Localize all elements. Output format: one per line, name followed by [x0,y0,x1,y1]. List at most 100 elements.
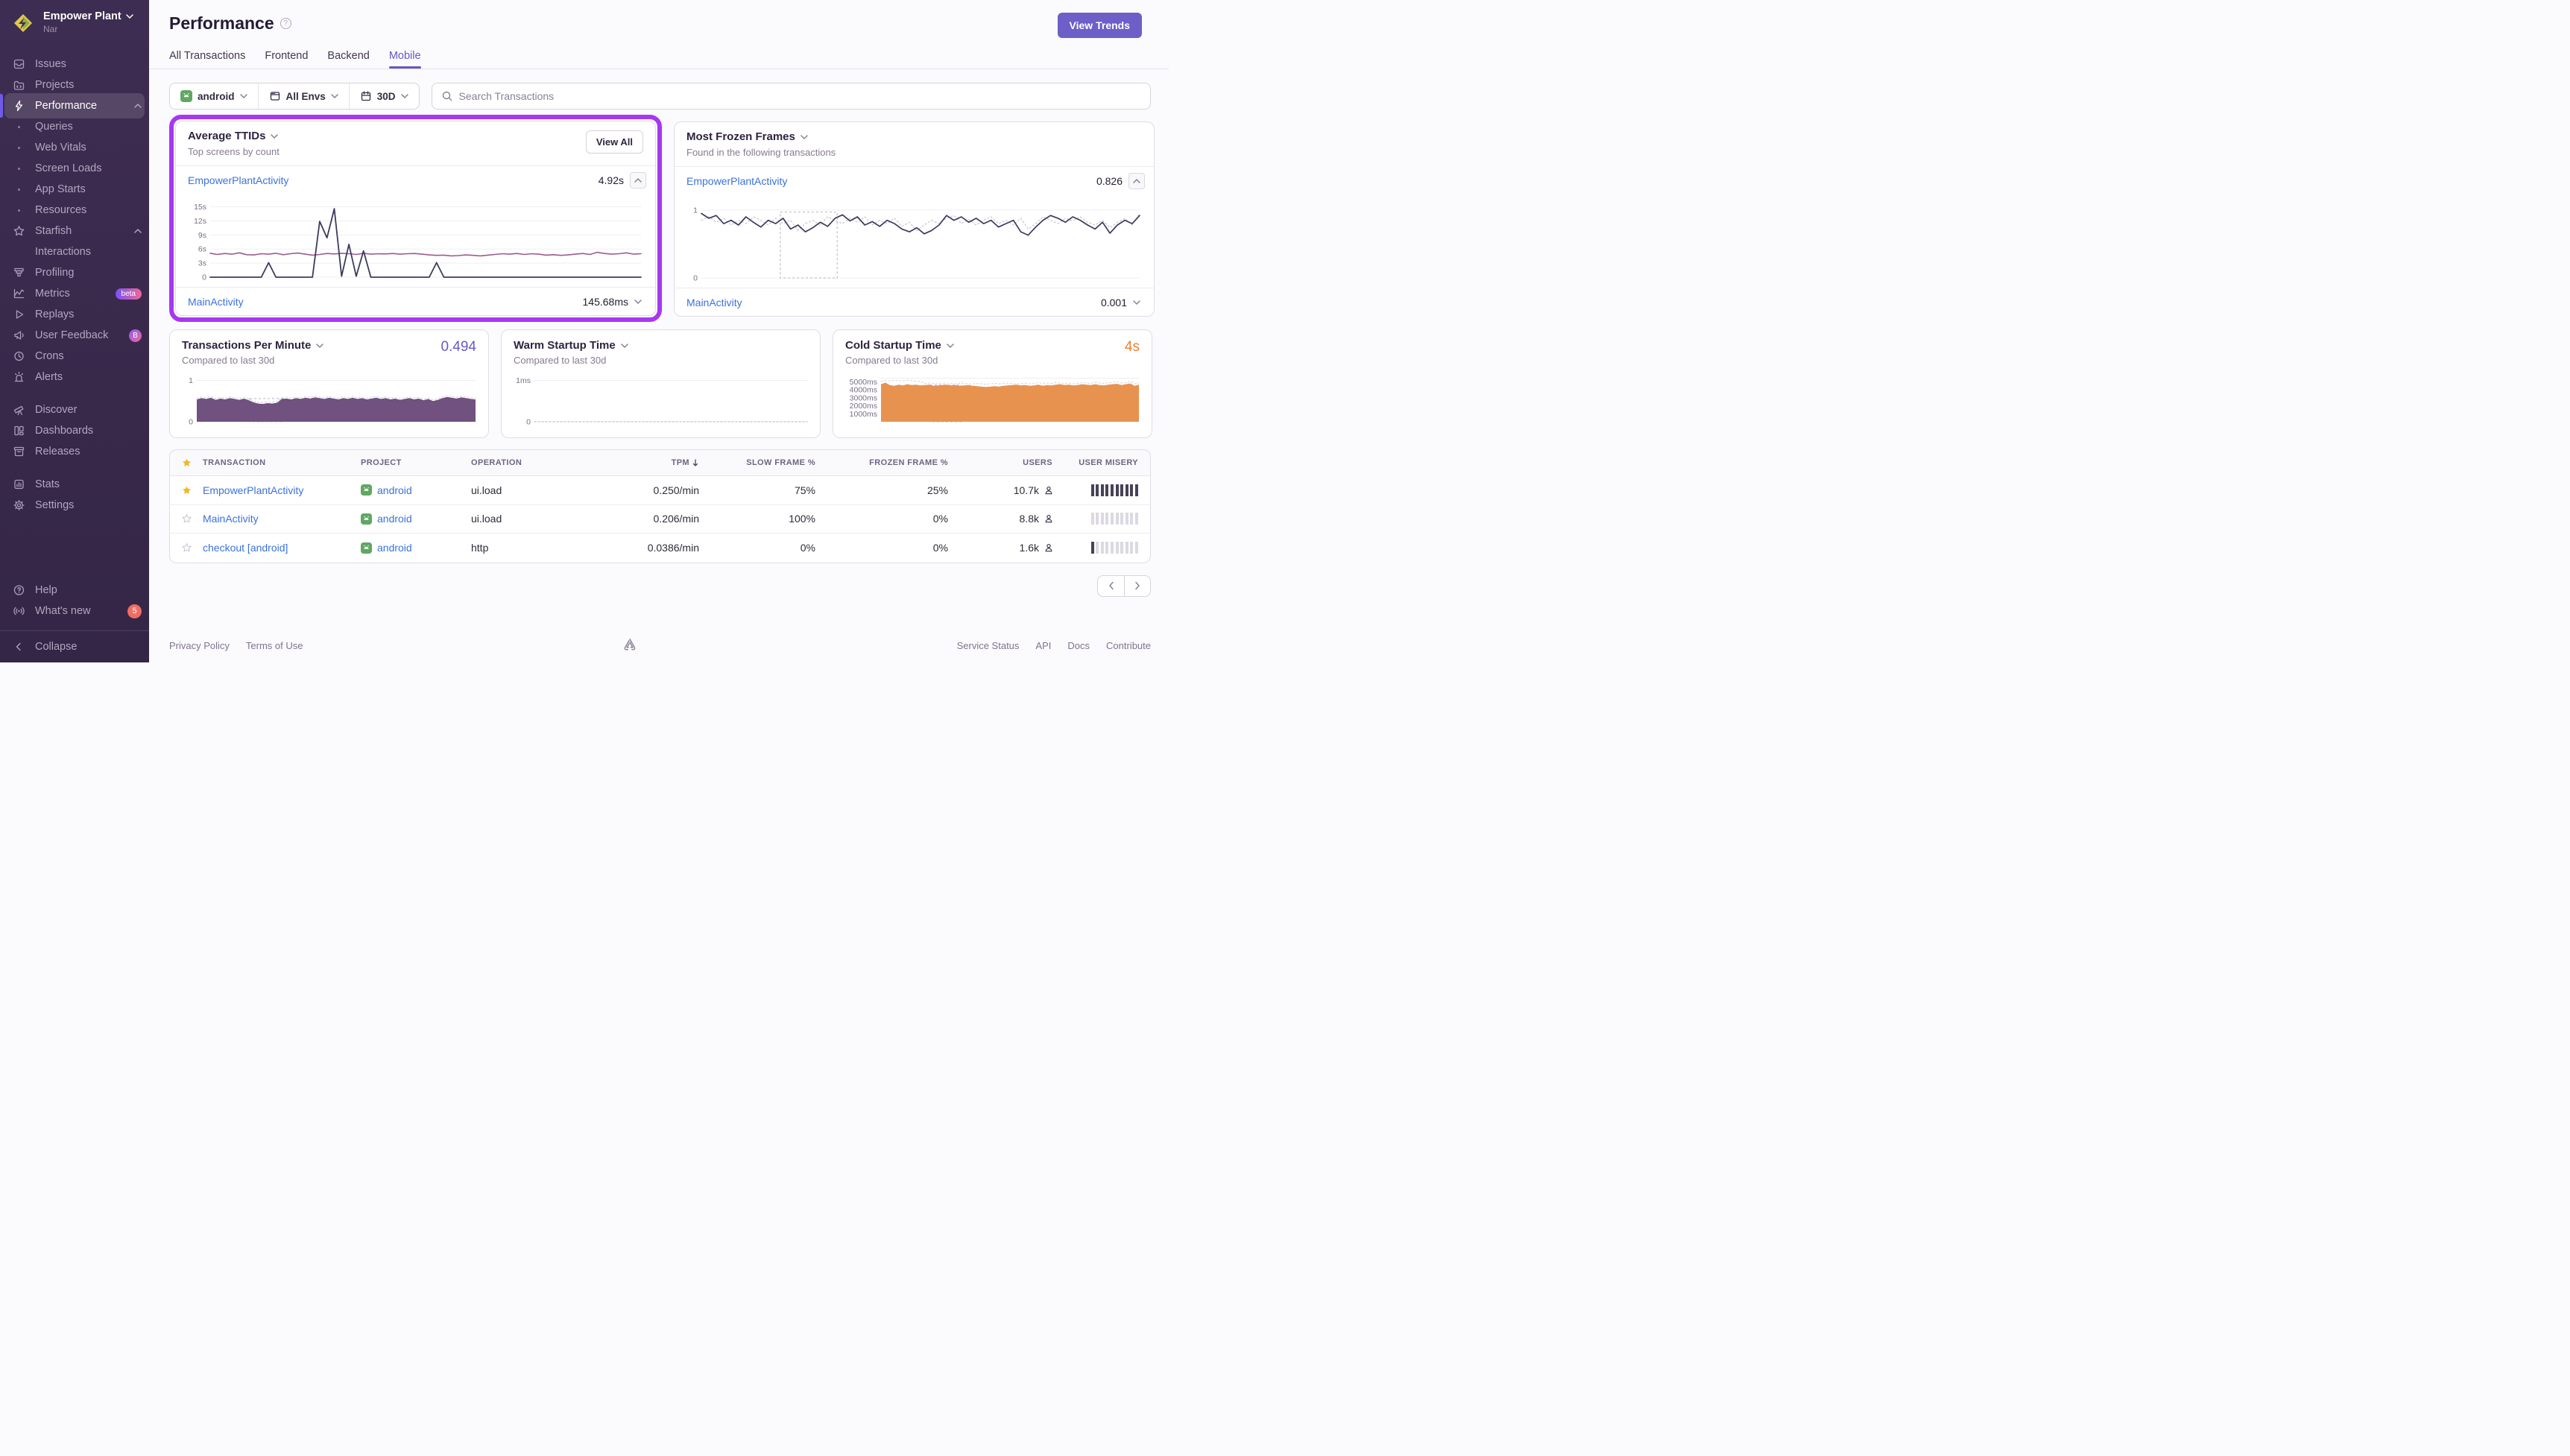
collapse-sidebar-button[interactable]: Collapse [0,631,149,662]
sidebar-item-performance[interactable]: Performance [0,95,149,116]
sidebar-nav: Issues Projects Performance Queries Web … [0,54,149,516]
sidebar-item-replays[interactable]: Replays [0,304,149,325]
privacy-policy-link[interactable]: Privacy Policy [169,640,230,651]
sidebar-item-web-vitals[interactable]: Web Vitals [0,137,149,158]
sidebar-item-user-feedback[interactable]: User FeedbackB [0,325,149,346]
highlighted-region: Average TTIDs Top screens by count View … [169,115,662,322]
sidebar-item-metrics[interactable]: Metricsbeta [0,283,149,304]
sidebar-item-app-starts[interactable]: App Starts [0,179,149,200]
view-all-button[interactable]: View All [586,130,643,153]
transaction-expand-row: EmpowerPlantActivity 4.92s [176,166,655,194]
search-input[interactable] [459,90,1141,102]
sidebar-item-settings[interactable]: Settings [0,495,149,516]
sidebar-item-stats[interactable]: Stats [0,474,149,495]
tpm-cell: 0.250/min [602,484,701,496]
chevron-down-icon[interactable] [1133,300,1140,305]
user-icon [1044,485,1054,496]
chevron-down-icon[interactable] [634,300,642,304]
collapse-row-button[interactable] [1128,173,1145,189]
sidebar-item-queries[interactable]: Queries [0,116,149,137]
prev-page-button[interactable] [1097,575,1124,597]
column-header-user-misery[interactable]: USER MISERY [1054,458,1150,467]
help-tooltip-icon[interactable]: ? [280,18,291,29]
average-ttids-card: Average TTIDs Top screens by count View … [175,121,656,316]
tpm-cell: 0.206/min [602,513,701,525]
transaction-link[interactable]: MainActivity [686,297,742,308]
date-range-filter[interactable]: 30D [349,83,419,109]
sidebar-item-alerts[interactable]: Alerts [0,367,149,387]
project-link[interactable]: android [377,513,412,525]
column-header-project[interactable]: PROJECT [361,458,471,467]
sidebar-item-screen-loads[interactable]: Screen Loads [0,158,149,179]
sidebar-item-whats-new[interactable]: What's new5 [0,601,149,621]
sidebar-item-discover[interactable]: Discover [0,399,149,420]
tab-backend[interactable]: Backend [327,50,369,69]
sidebar-item-interactions[interactable]: Interactions [0,241,149,262]
view-trends-button[interactable]: View Trends [1058,13,1142,38]
chevron-down-icon[interactable] [621,344,628,348]
column-header-tpm[interactable]: TPM [602,458,701,467]
column-header-frozen-frame[interactable]: FROZEN FRAME % [817,458,950,467]
org-switcher[interactable]: Empower Plant Nar [0,0,149,43]
android-icon [361,542,372,554]
tpm-value: 0.494 [441,339,476,355]
service-status-link[interactable]: Service Status [957,640,1020,651]
transaction-link[interactable]: EmpowerPlantActivity [203,484,303,496]
column-header-users[interactable]: USERS [950,458,1054,467]
bullet-icon [12,126,25,128]
sidebar-item-releases[interactable]: Releases [0,441,149,462]
star-toggle[interactable] [170,542,203,553]
chevron-down-icon[interactable] [801,135,808,139]
next-page-button[interactable] [1124,575,1151,597]
bullet-icon [12,168,25,170]
star-toggle[interactable] [170,485,203,496]
siren-icon [12,371,25,383]
transaction-link[interactable]: EmpowerPlantActivity [686,175,787,187]
collapse-row-button[interactable] [630,172,646,189]
project-filter[interactable]: android [170,83,258,109]
tab-mobile[interactable]: Mobile [389,50,421,69]
transaction-link[interactable]: EmpowerPlantActivity [188,174,288,186]
chevron-down-icon[interactable] [316,344,323,348]
column-header-transaction[interactable]: TRANSACTION [203,458,361,467]
user-icon [1044,513,1054,524]
sidebar-item-projects[interactable]: Projects [0,75,149,95]
operation-cell: http [471,542,602,554]
chevron-down-icon [401,94,408,98]
column-header-slow-frame[interactable]: SLOW FRAME % [701,458,817,467]
star-column-header[interactable] [170,458,203,468]
environment-filter[interactable]: All Envs [258,83,349,109]
cold-startup-chart: 5000ms4000ms3000ms2000ms1000ms [845,372,1140,430]
project-link[interactable]: android [377,484,412,496]
column-header-operation[interactable]: OPERATION [471,458,602,467]
transaction-link[interactable]: MainActivity [203,513,259,525]
bar-chart-icon [12,478,25,490]
svg-text:0: 0 [189,418,193,427]
api-link[interactable]: API [1035,640,1051,651]
star-toggle[interactable] [170,513,203,524]
issues-icon [12,58,25,70]
card-title: Cold Startup Time [845,339,941,352]
sidebar-item-resources[interactable]: Resources [0,200,149,221]
sidebar-item-profiling[interactable]: Profiling [0,262,149,283]
tab-frontend[interactable]: Frontend [265,50,308,69]
docs-link[interactable]: Docs [1067,640,1090,651]
project-link[interactable]: android [377,542,412,554]
card-title: Average TTIDs [188,130,265,142]
card-subtitle: Found in the following transactions [686,147,1142,158]
sidebar-item-crons[interactable]: Crons [0,346,149,367]
sidebar-item-starfish[interactable]: Starfish [0,221,149,241]
gear-icon [12,499,25,511]
sidebar-item-issues[interactable]: Issues [0,54,149,75]
contribute-link[interactable]: Contribute [1106,640,1151,651]
transaction-link[interactable]: checkout [android] [203,542,288,554]
terms-of-use-link[interactable]: Terms of Use [246,640,303,651]
chevron-down-icon[interactable] [271,134,278,139]
sidebar-item-help[interactable]: Help [0,580,149,601]
performance-icon [12,100,25,112]
transaction-value: 4.92s [599,174,624,186]
sidebar-item-dashboards[interactable]: Dashboards [0,420,149,441]
chevron-down-icon[interactable] [947,344,954,348]
transaction-link[interactable]: MainActivity [188,296,244,308]
tab-all-transactions[interactable]: All Transactions [169,50,245,69]
